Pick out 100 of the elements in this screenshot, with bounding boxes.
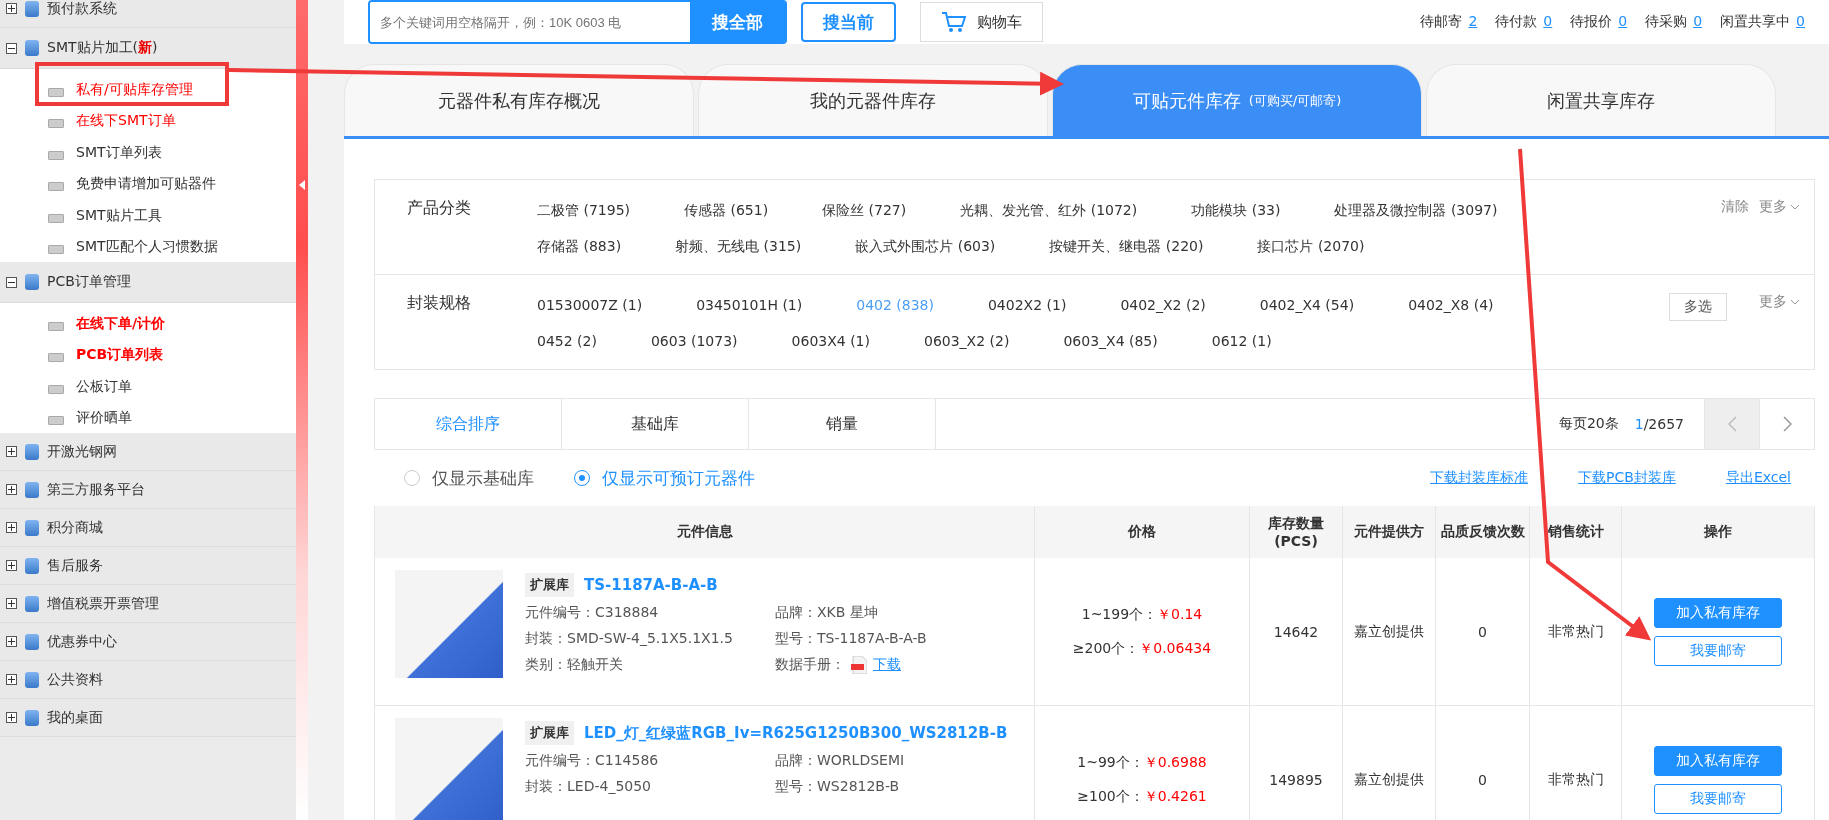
sidebar-group-label[interactable]: SMT贴片加工(新)	[47, 39, 158, 57]
expand-icon[interactable]	[6, 3, 17, 14]
expand-icon[interactable]	[6, 712, 17, 723]
filter-option[interactable]: 存储器 (883)	[537, 228, 622, 264]
filter-option[interactable]: 功能模块 (33)	[1191, 192, 1281, 228]
multi-select-button[interactable]: 多选	[1669, 293, 1727, 321]
price-label: ≥200个：￥0.06434	[1072, 639, 1212, 658]
sales-text: 非常热门	[1547, 622, 1604, 641]
sidebar-item[interactable]: 在线下单/计价	[76, 314, 166, 333]
sort-tab[interactable]: 基础库	[562, 399, 749, 449]
sidebar-group-label[interactable]: 增值税票开票管理	[47, 594, 159, 613]
expand-icon[interactable]	[6, 522, 17, 533]
filter-option[interactable]: 0612 (1)	[1211, 323, 1272, 359]
sidebar-item[interactable]: 在线下SMT订单	[76, 112, 176, 130]
filter-option[interactable]: 光耦、发光管、红外 (1072)	[960, 192, 1138, 228]
collapse-icon[interactable]	[6, 42, 17, 54]
part-field: 品牌：XKB 星坤	[775, 604, 1005, 622]
filter-option[interactable]: 0402_X2 (2)	[1120, 287, 1206, 323]
feedback-count: 0	[1478, 771, 1487, 788]
sort-tab[interactable]: 销量	[749, 399, 936, 449]
cart-button[interactable]: 购物车	[920, 2, 1043, 42]
expand-icon[interactable]	[6, 484, 17, 495]
folder-icon	[25, 274, 39, 290]
sidebar-group-label[interactable]: 我的桌面	[47, 708, 103, 727]
part-field: 元件编号：C114586	[525, 752, 775, 770]
filter-option[interactable]: 处理器及微控制器 (3097)	[1334, 192, 1498, 228]
collapse-icon[interactable]	[6, 276, 17, 288]
tab[interactable]: 闲置共享库存	[1426, 64, 1776, 136]
expand-icon[interactable]	[6, 636, 17, 647]
status-counter: 待邮寄 2	[1420, 13, 1478, 31]
status-counter: 待采购 0	[1645, 13, 1703, 31]
filter-option[interactable]: 0452 (2)	[537, 323, 597, 359]
folder-icon	[25, 519, 39, 536]
chevron-down-icon	[1790, 204, 1800, 210]
filter-option[interactable]: 传感器 (651)	[684, 192, 769, 228]
supplier-text: 嘉立创提供	[1354, 622, 1424, 641]
page-icon	[48, 182, 64, 191]
radio-label: 仅显示可预订元器件	[602, 466, 755, 490]
sidebar-group-label[interactable]: 公共资料	[47, 670, 103, 689]
filter-option[interactable]: 按键开关、继电器 (220)	[1049, 228, 1204, 264]
filter-option[interactable]: 射频、无线电 (315)	[675, 228, 802, 264]
folder-icon	[25, 443, 39, 460]
more-link[interactable]: 更多	[1759, 198, 1800, 216]
sidebar-item[interactable]: 公板订单	[76, 377, 132, 396]
sales-text: 非常热门	[1547, 770, 1604, 789]
filter-option[interactable]: 嵌入式外围芯片 (603)	[855, 228, 996, 264]
part-field: 型号：WS2812B-B	[775, 778, 1005, 796]
clear-link[interactable]: 清除	[1721, 198, 1749, 216]
expand-icon[interactable]	[6, 446, 17, 457]
sidebar-group-label[interactable]: 售后服务	[47, 556, 103, 575]
filter-option[interactable]: 0603X4 (1)	[791, 323, 870, 359]
sidebar-group-label[interactable]: 预付款系统	[47, 0, 117, 18]
page-icon	[48, 245, 64, 254]
filter-option[interactable]: 01530007Z (1)	[537, 287, 643, 323]
sidebar-group-label[interactable]: 开激光钢网	[47, 442, 117, 461]
page-size: 每页20条	[1558, 415, 1619, 433]
sidebar-item[interactable]: SMT订单列表	[76, 143, 162, 162]
filter-option[interactable]: 接口芯片 (2070)	[1257, 228, 1365, 264]
sidebar-item[interactable]: 评价晒单	[76, 409, 132, 427]
part-field: 类别：轻触开关	[525, 656, 775, 674]
sidebar-group-label[interactable]: PCB订单管理	[47, 273, 131, 291]
datasheet-label: 数据手册：	[775, 656, 845, 674]
sidebar-item[interactable]: SMT贴片工具	[76, 206, 162, 225]
column-header: 元件信息	[375, 506, 1035, 558]
feedback-count: 0	[1478, 623, 1487, 640]
library-tag: 扩展库	[525, 573, 574, 597]
sidebar-group-label[interactable]: 第三方服务平台	[47, 480, 145, 499]
sidebar-item[interactable]: 私有/可贴库存管理	[76, 80, 193, 99]
collapse-bar[interactable]	[296, 0, 308, 820]
pdf-icon	[851, 656, 867, 674]
tab[interactable]: 我的元器件库存	[698, 64, 1048, 136]
price-label: 1~99个：￥0.6988	[1077, 753, 1207, 772]
filter-option[interactable]: 二极管 (7195)	[537, 192, 630, 228]
price-label: 1~199个：￥0.14	[1080, 605, 1204, 624]
expand-icon[interactable]	[6, 560, 17, 571]
filter-option[interactable]: 0603_X2 (2)	[924, 323, 1010, 359]
column-header: 操作	[1622, 506, 1815, 558]
radio-option[interactable]: 仅显示基础库	[404, 466, 534, 490]
part-field: 品牌：WORLDSEMI	[775, 752, 1005, 770]
expand-icon[interactable]	[6, 674, 17, 685]
sidebar-group-label[interactable]: 积分商城	[47, 518, 103, 537]
column-header: 品质反馈次数	[1436, 506, 1530, 558]
filter-option[interactable]: 保险丝 (727)	[822, 192, 907, 228]
expand-icon[interactable]	[6, 598, 17, 609]
sidebar-item[interactable]: PCB订单列表	[76, 346, 164, 364]
sidebar-item[interactable]: SMT匹配个人习惯数据	[76, 238, 218, 256]
sidebar-group-label[interactable]: 优惠券中心	[47, 632, 117, 651]
filter-option[interactable]: 0402X2 (1)	[987, 287, 1067, 323]
folder-icon	[25, 671, 39, 688]
filter-option[interactable]: 0603 (1073)	[650, 323, 738, 359]
part-field: 封装：LED-4_5050	[525, 778, 775, 796]
more-link[interactable]: 更多	[1759, 293, 1800, 311]
sidebar-item[interactable]: 免费申请增加可贴器件	[76, 175, 216, 193]
folder-icon	[25, 595, 39, 612]
filter-option[interactable]: 0603_X4 (85)	[1063, 323, 1158, 359]
filter-option[interactable]: 03450101H (1)	[696, 287, 803, 323]
status-counter: 待报价 0	[1570, 13, 1628, 31]
filter-option[interactable]: 0402_X8 (4)	[1408, 287, 1494, 323]
filter-option[interactable]: 0402_X4 (54)	[1259, 287, 1355, 323]
tab[interactable]: 元器件私有库存概况	[344, 64, 694, 136]
